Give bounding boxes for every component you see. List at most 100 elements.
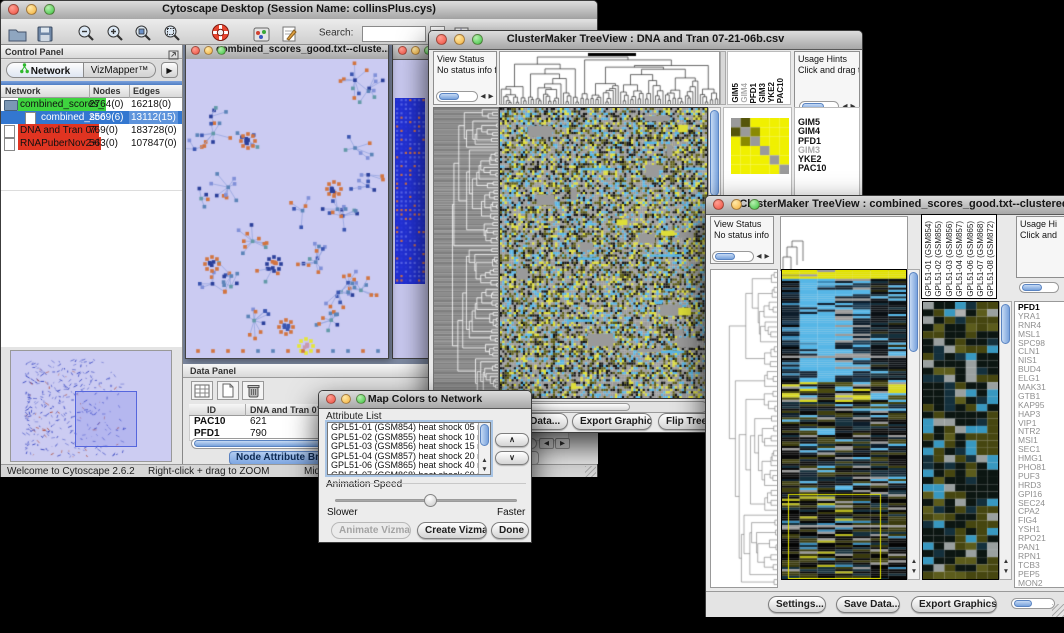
save-icon[interactable]	[33, 23, 57, 45]
gene-label[interactable]: PEP5	[1018, 570, 1064, 579]
attribute-list-item[interactable]: GPL51-06 (GSM865) heat shock 40 min	[328, 461, 478, 471]
tab-overflow-button[interactable]: ▶	[161, 62, 178, 78]
gene-label[interactable]: ELG1	[1018, 374, 1064, 383]
scroll-right-arrow[interactable]: ▶	[763, 252, 771, 262]
gene-label[interactable]: NTR2	[1018, 427, 1064, 436]
gene-label[interactable]: NIS1	[1018, 356, 1064, 365]
close-button[interactable]	[191, 46, 200, 55]
gene-label[interactable]: MON2	[1018, 579, 1064, 588]
gene-label[interactable]: YSH1	[1018, 525, 1064, 534]
export-graphics-button[interactable]: Export Graphics...	[572, 413, 652, 430]
vizmapper-icon[interactable]	[250, 23, 274, 45]
attribute-list-item[interactable]: GPL51-01 (GSM854) heat shock 05 min	[328, 423, 478, 433]
column-label[interactable]: GIM4	[740, 83, 749, 103]
search-input[interactable]	[362, 26, 426, 42]
attribute-list-item[interactable]: GPL51-07 (GSM868) heat shock 60 min	[328, 471, 478, 476]
treeview1-row-dendrogram[interactable]	[433, 107, 499, 399]
treeview2-zoom-heatmap[interactable]	[922, 301, 999, 580]
close-button[interactable]	[713, 199, 724, 210]
scroll-left-arrow[interactable]: ◀	[539, 438, 554, 449]
zoom-button[interactable]	[44, 4, 55, 15]
gene-label[interactable]: CPA2	[1018, 507, 1064, 516]
treeview2-row-dendrogram[interactable]	[710, 269, 778, 588]
network-table-row[interactable]: DNA and Tran 07769(0)183728(0)	[1, 124, 182, 137]
gene-label[interactable]: PFD1	[1018, 303, 1064, 312]
gene-label[interactable]: FIG4	[1018, 516, 1064, 525]
settings-button[interactable]: Settings...	[768, 596, 826, 613]
move-up-button[interactable]: ∧	[495, 433, 529, 447]
column-label[interactable]: GPL51-02 (GSM855)	[934, 221, 943, 297]
treeview2-zoom-vscrollbar[interactable]: ▲ ▼	[999, 301, 1012, 580]
network-view-1-canvas[interactable]	[186, 59, 388, 358]
tab-vizmapper[interactable]: VizMapper™	[84, 62, 156, 78]
minimize-button[interactable]	[731, 199, 742, 210]
treeview2-heatmap[interactable]	[781, 269, 907, 580]
main-titlebar[interactable]: Cytoscape Desktop (Session Name: collins…	[1, 1, 597, 20]
column-label[interactable]: GPL51-03 (GSM856)	[945, 221, 954, 297]
scroll-left-arrow[interactable]: ◀	[479, 92, 487, 102]
new-doc-icon[interactable]	[217, 381, 239, 400]
gene-label[interactable]: RPN1	[1018, 552, 1064, 561]
gene-label[interactable]: GPI16	[1018, 490, 1064, 499]
network-view-2-canvas[interactable]	[395, 98, 425, 284]
zoom-button[interactable]	[356, 394, 366, 404]
gene-label[interactable]: PAN1	[1018, 543, 1064, 552]
resize-grip[interactable]	[1052, 604, 1064, 617]
gene-labels-hscrollbar[interactable]	[1011, 598, 1055, 609]
column-label[interactable]: GPL51-04 (GSM857)	[955, 221, 964, 297]
treeview2-usage-scrollbar[interactable]	[1019, 282, 1059, 293]
zoom-in-icon[interactable]	[103, 22, 127, 44]
network-overview-panel[interactable]	[10, 350, 172, 462]
animation-slider[interactable]	[335, 499, 517, 502]
treeview1-titlebar[interactable]: ClusterMaker TreeView : DNA and Tran 07-…	[429, 31, 862, 50]
export-graphics-button[interactable]: Export Graphics...	[911, 596, 997, 613]
trash-icon[interactable]	[242, 381, 264, 400]
gene-label[interactable]: CLN1	[1018, 347, 1064, 356]
gene-label[interactable]: PHO81	[1018, 463, 1064, 472]
column-label[interactable]: GPL51-08 (GSM872)	[986, 221, 995, 297]
gene-label[interactable]: HRD3	[1018, 481, 1064, 490]
column-label[interactable]: PFD1	[749, 83, 758, 103]
network-table-row[interactable]: RNAPuberNov2+l563(0)107847(0)	[1, 137, 182, 150]
column-label[interactable]: GIM3	[758, 83, 767, 103]
open-folder-icon[interactable]	[5, 23, 29, 45]
minimize-button[interactable]	[454, 34, 465, 45]
column-label[interactable]: GIM5	[731, 83, 740, 103]
gene-label[interactable]: MSI1	[1018, 436, 1064, 445]
zoom-button[interactable]	[472, 34, 483, 45]
zoom-button[interactable]	[217, 46, 226, 55]
attribute-list-vscrollbar[interactable]: ▲ ▼	[478, 423, 490, 475]
attribute-list-item[interactable]: GPL51-04 (GSM857) heat shock 20 min	[328, 452, 478, 462]
gene-label[interactable]: MAK31	[1018, 383, 1064, 392]
close-button[interactable]	[436, 34, 447, 45]
treeview1-status-scrollbar[interactable]	[436, 91, 478, 102]
gene-label[interactable]: YRA1	[1018, 312, 1064, 321]
tab-network[interactable]: Network	[6, 62, 84, 78]
slider-thumb[interactable]	[424, 494, 437, 507]
scroll-right-arrow[interactable]: ▶	[555, 438, 570, 449]
row-label[interactable]: PAC10	[798, 164, 859, 173]
scroll-left-arrow[interactable]: ◀	[755, 252, 763, 262]
annotation-icon[interactable]	[278, 23, 302, 45]
column-label[interactable]: GPL51-07 (GSM868)	[976, 221, 985, 297]
zoom-button[interactable]	[749, 199, 760, 210]
overview-viewport-rect[interactable]	[75, 391, 137, 447]
zoom-selected-icon[interactable]	[131, 22, 155, 44]
treeview1-heatmap[interactable]	[499, 107, 708, 399]
treeview1-zoom-heatmap[interactable]	[731, 118, 789, 174]
attribute-listbox[interactable]: GPL51-01 (GSM854) heat shock 05 minGPL51…	[327, 422, 491, 475]
zoom-out-icon[interactable]	[74, 22, 98, 44]
zoom-fit-icon[interactable]	[160, 22, 184, 44]
gene-label[interactable]: SEC24	[1018, 499, 1064, 508]
gene-label[interactable]: BUD4	[1018, 365, 1064, 374]
gene-label[interactable]: SEC1	[1018, 445, 1064, 454]
close-button[interactable]	[398, 46, 407, 55]
mini-scroll-strip[interactable]	[720, 51, 726, 105]
table-icon[interactable]	[191, 381, 213, 400]
gene-label[interactable]: HMG1	[1018, 454, 1064, 463]
attribute-list-item[interactable]: GPL51-02 (GSM855) heat shock 10 min	[328, 433, 478, 443]
scroll-right-arrow[interactable]: ▶	[487, 92, 495, 102]
dialog-titlebar[interactable]: Map Colors to Network	[319, 391, 531, 409]
save-data-button[interactable]: Save Data...	[836, 596, 900, 613]
treeview2-column-dendrogram[interactable]	[780, 216, 908, 271]
